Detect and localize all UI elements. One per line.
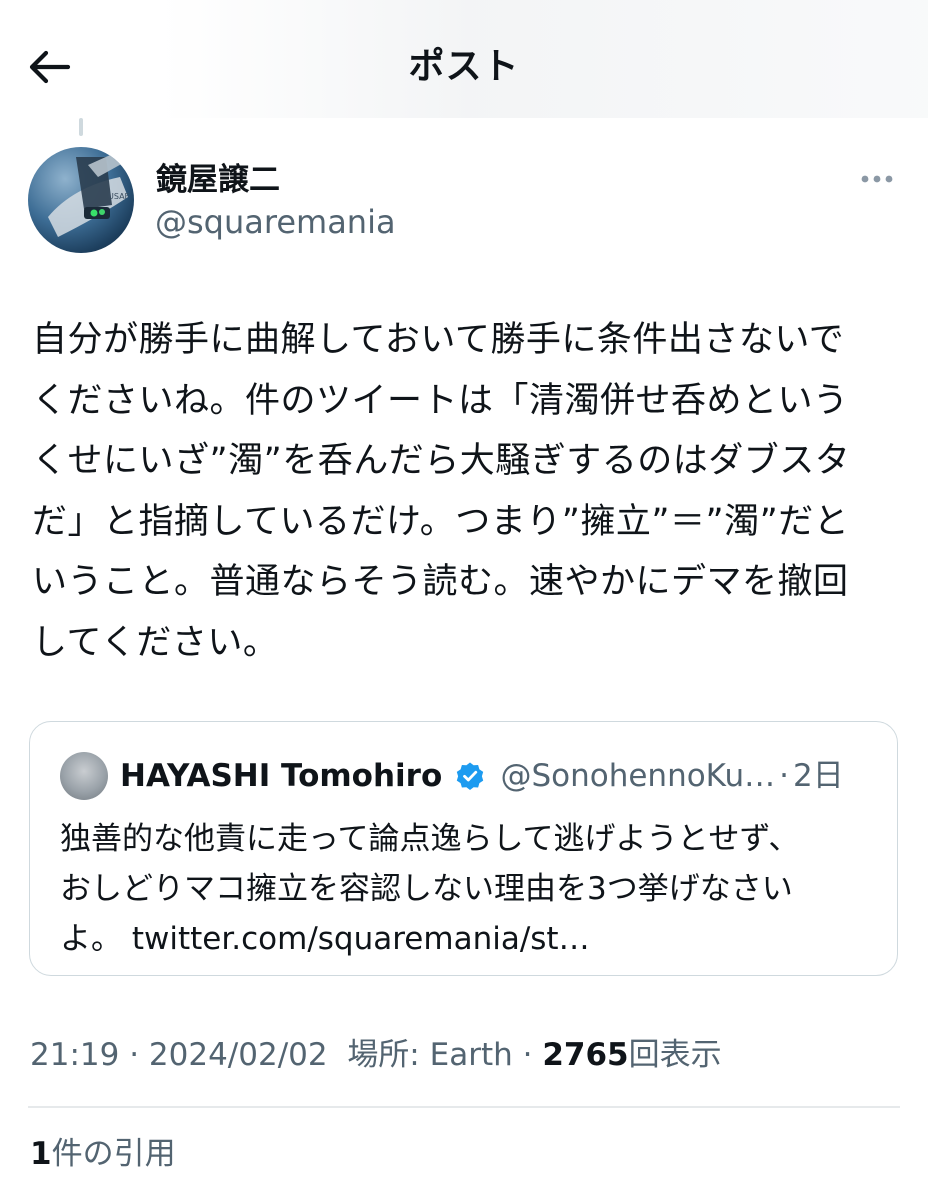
tweet-meta: 21:19 · 2024/02/02 場所: Earth · 2765回表示 [30, 1032, 722, 1078]
quoted-tweet-header: HAYASHI Tomohiro @SonohennoKu… · 2日 [120, 754, 844, 798]
verified-badge-icon [455, 761, 485, 791]
tweet-date[interactable]: 2024/02/02 [149, 1037, 328, 1073]
quotes-link[interactable]: 1件の引用 [30, 1131, 176, 1177]
quoted-tweet-text: 独善的な他責に走って論点逸らして逃げようとせず、 おしどりマコ擁立を容認しない理… [60, 821, 800, 957]
divider [28, 1106, 900, 1108]
quotes-count: 1 [30, 1136, 52, 1172]
quoted-author-name[interactable]: HAYASHI Tomohiro [120, 758, 442, 794]
quoted-tweet-card[interactable]: HAYASHI Tomohiro @SonohennoKu… · 2日 独善的な他責… [29, 721, 898, 976]
author-handle[interactable]: @squaremania [155, 202, 396, 242]
tweet-text: 自分が勝手に曲解しておいて勝手に条件出さないで くださいね。件のツイートは「清濁… [32, 320, 851, 663]
page-title: ポスト [408, 46, 520, 87]
quoted-author-handle[interactable]: @SonohennoKu… [500, 758, 775, 794]
views-count[interactable]: 2765 [542, 1037, 628, 1073]
meta-separator: · [512, 1037, 543, 1073]
views-label[interactable]: 回表示 [629, 1037, 722, 1073]
more-horizontal-icon [861, 175, 893, 183]
tweet-time[interactable]: 21:19 [30, 1037, 119, 1073]
quoted-timestamp[interactable]: 2日 [793, 758, 844, 794]
tweet-location: Earth [429, 1037, 513, 1073]
location-label: 場所: [347, 1037, 430, 1073]
profile-avatar: USAF [48, 147, 134, 237]
meta-separator: · [119, 1037, 149, 1073]
thread-line [79, 118, 83, 136]
author-avatar[interactable]: USAF [28, 147, 134, 253]
quotes-label: 件の引用 [51, 1136, 176, 1172]
quoted-separator: · [779, 758, 789, 794]
quoted-author-avatar[interactable] [60, 752, 108, 800]
author-display-name[interactable]: 鏡屋譲二 [156, 160, 280, 200]
svg-text:USAF: USAF [108, 192, 130, 201]
more-button[interactable] [858, 164, 896, 194]
